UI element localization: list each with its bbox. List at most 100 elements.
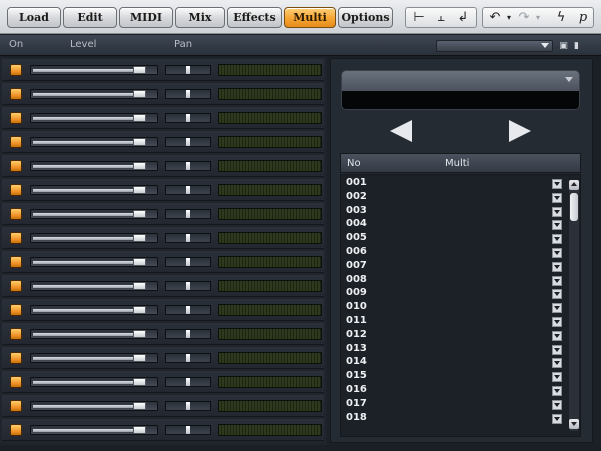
next-multi-button[interactable] (509, 120, 531, 142)
pan-slider-handle[interactable] (186, 186, 190, 194)
level-slider[interactable] (30, 65, 158, 75)
channel-on-toggle[interactable] (10, 280, 22, 292)
level-slider[interactable] (30, 377, 158, 387)
level-slider-handle[interactable] (133, 90, 146, 98)
level-slider-handle[interactable] (133, 282, 146, 290)
channel-on-toggle[interactable] (10, 256, 22, 268)
pan-slider[interactable] (165, 281, 211, 291)
channel-on-toggle[interactable] (10, 424, 22, 436)
multi-item-dropdown[interactable] (552, 399, 562, 410)
level-slider[interactable] (30, 401, 158, 411)
multi-item-dropdown[interactable] (552, 386, 562, 396)
channel-on-toggle[interactable] (10, 112, 22, 124)
multi-item-dropdown[interactable] (552, 192, 562, 203)
list-item[interactable]: 004 (345, 218, 563, 231)
pan-slider-handle[interactable] (186, 258, 190, 266)
channel-on-toggle[interactable] (10, 376, 22, 388)
pan-slider[interactable] (165, 233, 211, 243)
tab-edit[interactable]: Edit (63, 7, 117, 28)
list-item[interactable]: 015 (345, 370, 563, 383)
midi-plug-icon[interactable]: ↲ (454, 7, 472, 28)
level-slider-handle[interactable] (133, 138, 146, 146)
channel-on-toggle[interactable] (10, 400, 22, 412)
pan-slider[interactable] (165, 305, 211, 315)
list-item[interactable]: 008 (345, 274, 563, 287)
level-slider[interactable] (30, 113, 158, 123)
level-slider[interactable] (30, 137, 158, 147)
multi-item-dropdown[interactable] (552, 413, 562, 424)
level-slider[interactable] (30, 305, 158, 315)
pan-slider-handle[interactable] (186, 282, 190, 290)
multi-item-dropdown[interactable] (552, 220, 562, 231)
level-slider-handle[interactable] (133, 306, 146, 314)
pan-slider-handle[interactable] (186, 66, 190, 74)
merge-icon[interactable]: ⫠ (432, 7, 450, 28)
channel-on-toggle[interactable] (10, 304, 22, 316)
channel-on-toggle[interactable] (10, 184, 22, 196)
pan-slider-handle[interactable] (186, 114, 190, 122)
level-slider[interactable] (30, 425, 158, 435)
pan-slider-handle[interactable] (186, 426, 190, 434)
multi-selector-dropdown[interactable] (341, 70, 580, 110)
pan-slider[interactable] (165, 89, 211, 99)
multi-item-dropdown[interactable] (552, 289, 562, 300)
list-item[interactable]: 007 (345, 260, 563, 273)
tab-midi[interactable]: MIDI (119, 7, 173, 28)
level-slider[interactable] (30, 233, 158, 243)
multi-item-dropdown[interactable] (552, 261, 562, 272)
list-item[interactable]: 010 (345, 301, 563, 314)
level-slider-handle[interactable] (133, 402, 146, 410)
list-item[interactable]: 002 (345, 191, 563, 204)
level-slider-handle[interactable] (133, 114, 146, 122)
list-item[interactable]: 009 (345, 287, 563, 300)
level-slider[interactable] (30, 185, 158, 195)
pan-slider-handle[interactable] (186, 354, 190, 362)
list-item[interactable]: 016 (345, 384, 563, 397)
scrollbar-thumb[interactable] (570, 193, 578, 221)
pan-slider-handle[interactable] (186, 90, 190, 98)
list-item[interactable]: 012 (345, 329, 563, 342)
pan-slider[interactable] (165, 257, 211, 267)
level-slider-handle[interactable] (133, 66, 146, 74)
level-slider[interactable] (30, 281, 158, 291)
multi-item-dropdown[interactable] (552, 330, 562, 341)
tab-options[interactable]: Options (338, 7, 393, 28)
pan-slider-handle[interactable] (186, 402, 190, 410)
pan-slider-handle[interactable] (186, 162, 190, 170)
channel-on-toggle[interactable] (10, 352, 22, 364)
pan-slider-handle[interactable] (186, 234, 190, 242)
multi-item-dropdown[interactable] (552, 358, 562, 369)
level-slider-handle[interactable] (133, 162, 146, 170)
level-slider-handle[interactable] (133, 186, 146, 194)
pan-slider-handle[interactable] (186, 378, 190, 386)
multi-item-dropdown[interactable] (552, 248, 562, 258)
multi-item-dropdown[interactable] (552, 372, 562, 383)
save-icon[interactable]: ▣ (558, 40, 569, 51)
pan-slider[interactable] (165, 185, 211, 195)
level-slider-handle[interactable] (133, 330, 146, 338)
channel-on-toggle[interactable] (10, 88, 22, 100)
level-slider[interactable] (30, 257, 158, 267)
multi-list[interactable]: 001 002 003 004 005 006 007 008 009 010 011 012 013 0… (340, 174, 581, 437)
multi-item-dropdown[interactable] (552, 317, 562, 327)
list-item[interactable]: 017 (345, 398, 563, 411)
lightning-icon[interactable]: ϟ (552, 7, 570, 28)
tab-load[interactable]: Load (7, 7, 61, 28)
pan-slider[interactable] (165, 377, 211, 387)
scroll-down-button[interactable] (569, 419, 579, 429)
level-slider-handle[interactable] (133, 210, 146, 218)
multi-item-dropdown[interactable] (552, 206, 562, 217)
channel-on-toggle[interactable] (10, 136, 22, 148)
pan-slider-handle[interactable] (186, 138, 190, 146)
pan-slider[interactable] (165, 113, 211, 123)
pan-slider[interactable] (165, 353, 211, 363)
level-slider-handle[interactable] (133, 258, 146, 266)
level-slider-handle[interactable] (133, 234, 146, 242)
pan-slider-handle[interactable] (186, 210, 190, 218)
pan-slider[interactable] (165, 161, 211, 171)
tab-effects[interactable]: Effects (227, 7, 282, 28)
trash-icon[interactable]: ▮ (571, 40, 582, 51)
split-icon[interactable]: ⊢ (410, 7, 428, 28)
level-slider[interactable] (30, 161, 158, 171)
channel-on-toggle[interactable] (10, 160, 22, 172)
